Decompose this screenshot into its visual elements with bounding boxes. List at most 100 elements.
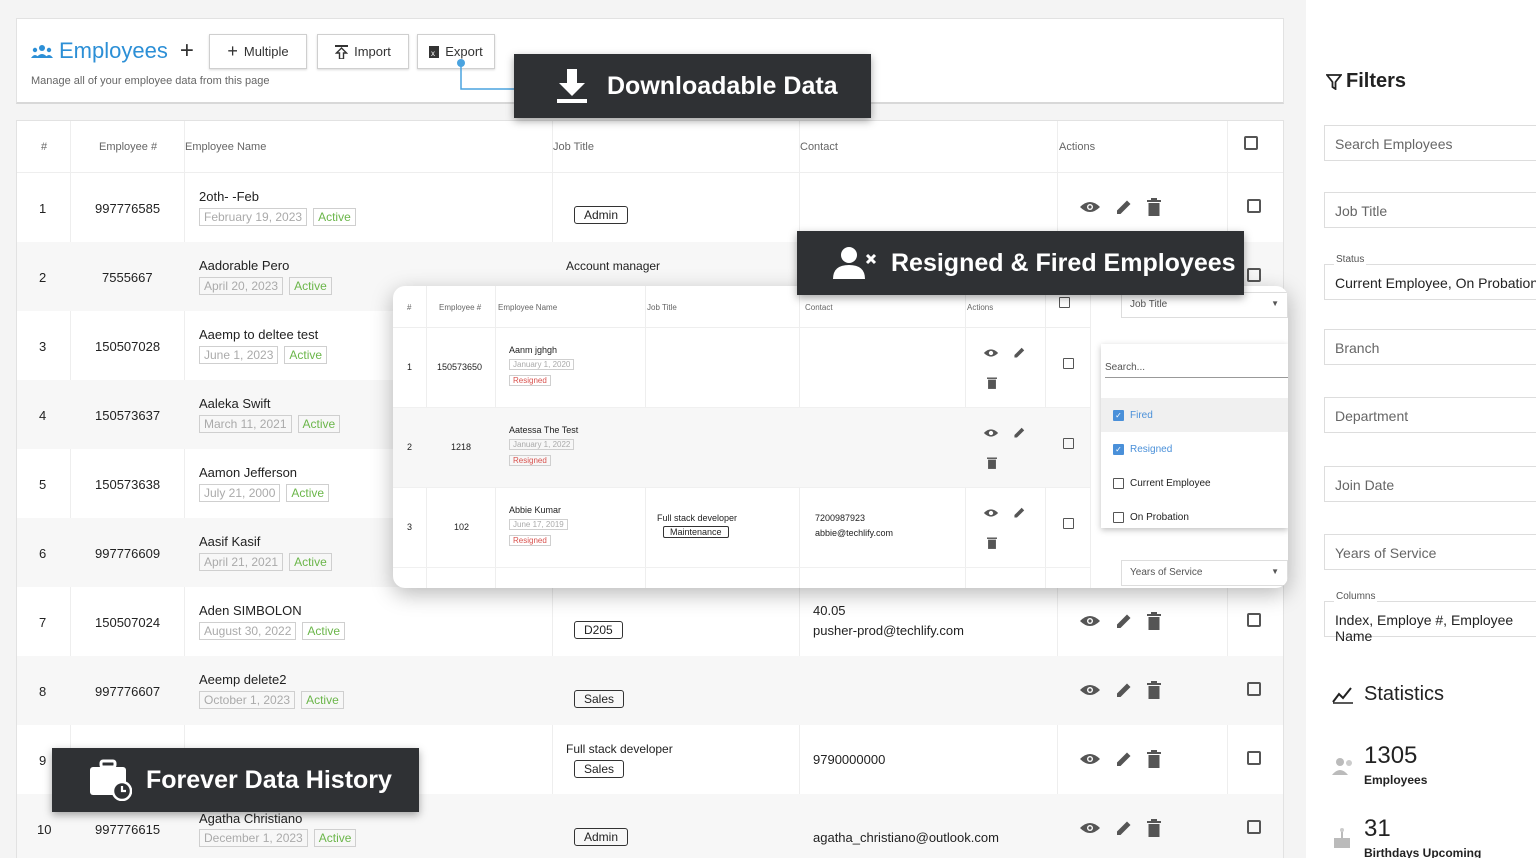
add-employee-button[interactable]: + — [180, 37, 194, 65]
row-checkbox[interactable] — [1247, 613, 1261, 627]
dropdown-option-resigned[interactable]: ✓ Resigned — [1113, 444, 1172, 455]
edit-icon[interactable] — [1013, 346, 1026, 359]
row-checkbox[interactable] — [1063, 518, 1074, 529]
column-header-employee-number[interactable]: Employee # — [439, 303, 481, 312]
employee-name[interactable]: Aeemp delete2 — [199, 672, 286, 687]
view-icon[interactable] — [983, 508, 999, 518]
contact-email[interactable]: agatha_christiano@outlook.com — [813, 830, 999, 845]
employee-name[interactable]: Aasif Kasif — [199, 534, 260, 549]
view-icon[interactable] — [1079, 752, 1101, 766]
edit-icon[interactable] — [1013, 506, 1026, 519]
row-index: 6 — [39, 546, 47, 561]
search-employees-input[interactable]: Search Employees — [1324, 125, 1536, 161]
view-icon[interactable] — [983, 348, 999, 358]
chevron-down-icon: ▼ — [1271, 567, 1279, 576]
delete-icon[interactable] — [1147, 819, 1161, 837]
columns-filter[interactable]: Index, Employe #, Employee Name — [1324, 601, 1536, 644]
employee-name[interactable]: Aaleka Swift — [199, 396, 271, 411]
branch-filter[interactable]: Branch — [1324, 329, 1536, 365]
import-button[interactable]: Import — [317, 34, 409, 69]
employee-name[interactable]: Agatha Christiano — [199, 811, 302, 826]
status-badge: Active — [297, 415, 341, 433]
contact-phone: 9790000000 — [813, 752, 886, 767]
column-header-employee-number[interactable]: Employee # — [99, 141, 157, 153]
table-row[interactable]: 2 1218 Aatessa The Test January 1, 2022 … — [393, 408, 1090, 488]
contact-email[interactable]: pusher-prod@techlify.com — [813, 623, 964, 638]
employee-name[interactable]: 2oth- -Feb — [199, 189, 259, 204]
employee-name[interactable]: Aamon Jefferson — [199, 465, 297, 480]
row-index: 5 — [39, 477, 47, 492]
employee-name[interactable]: Aanm jghgh — [509, 345, 557, 355]
row-actions — [1079, 681, 1161, 699]
department-filter[interactable]: Department — [1324, 397, 1536, 433]
column-header-contact[interactable]: Contact — [805, 303, 833, 312]
row-checkbox[interactable] — [1247, 751, 1261, 765]
job-title-text: Account manager — [566, 259, 661, 273]
view-icon[interactable] — [1079, 821, 1101, 835]
delete-icon[interactable] — [1147, 750, 1161, 768]
delete-icon[interactable] — [987, 376, 997, 389]
delete-icon[interactable] — [1147, 198, 1161, 216]
column-header-job-title[interactable]: Job Title — [647, 303, 677, 312]
employee-name[interactable]: Aden SIMBOLON — [199, 603, 302, 618]
row-checkbox[interactable] — [1247, 199, 1261, 213]
row-checkbox[interactable] — [1247, 682, 1261, 696]
join-date-filter[interactable]: Join Date — [1324, 466, 1536, 502]
table-row[interactable]: 3 102 Abbie Kumar June 17, 2019 Resigned… — [393, 488, 1090, 568]
dropdown-option-current-employee[interactable]: Current Employee — [1113, 478, 1211, 489]
table-row[interactable]: 8 997776607 Aeemp delete2 October 1, 202… — [17, 656, 1283, 725]
job-title-badge: Maintenance — [663, 526, 729, 538]
row-checkbox[interactable] — [1247, 820, 1261, 834]
edit-icon[interactable] — [1115, 819, 1133, 837]
delete-icon[interactable] — [987, 536, 997, 549]
table-row[interactable]: 1 150573650 Aanm jghgh January 1, 2020 R… — [393, 328, 1090, 408]
page-title: Employees — [59, 38, 168, 63]
years-of-service-filter[interactable]: Years of Service — [1324, 534, 1536, 570]
employee-number: 150507024 — [95, 615, 161, 630]
column-header-contact[interactable]: Contact — [800, 141, 838, 153]
dropdown-search-input[interactable]: Search... — [1105, 362, 1288, 378]
delete-icon[interactable] — [987, 456, 997, 469]
dropdown-option-on-probation[interactable]: On Probation — [1113, 512, 1189, 523]
employee-name[interactable]: Aatessa The Test — [509, 425, 578, 435]
row-checkbox[interactable] — [1063, 358, 1074, 369]
column-header-job-title[interactable]: Job Title — [553, 141, 594, 153]
view-icon[interactable] — [1079, 614, 1101, 628]
edit-icon[interactable] — [1115, 750, 1133, 768]
job-title-filter[interactable]: Job Title — [1324, 192, 1536, 228]
contact-email[interactable]: abbie@techlify.com — [815, 528, 893, 538]
employee-name[interactable]: Aaemp to deltee test — [199, 327, 318, 342]
column-header-employee-name[interactable]: Employee Name — [185, 141, 266, 153]
join-date-badge: July 21, 2000 — [199, 484, 281, 502]
employee-number: 150573637 — [95, 408, 161, 423]
status-filter[interactable]: Current Employee, On Probation — [1324, 264, 1536, 300]
edit-icon[interactable] — [1115, 198, 1133, 216]
multiple-button[interactable]: + Multiple — [209, 34, 307, 69]
edit-icon[interactable] — [1013, 426, 1026, 439]
column-header-employee-name[interactable]: Employee Name — [498, 303, 557, 312]
view-icon[interactable] — [983, 428, 999, 438]
employee-number: 997776607 — [95, 684, 161, 699]
view-icon[interactable] — [1079, 683, 1101, 697]
chevron-down-icon: ▼ — [1271, 299, 1279, 308]
contact-phone: 7200987923 — [815, 513, 866, 523]
delete-icon[interactable] — [1147, 612, 1161, 630]
job-title-select[interactable]: Job Title ▼ — [1121, 292, 1288, 318]
row-checkbox[interactable] — [1063, 438, 1074, 449]
dropdown-option-fired[interactable]: ✓ Fired — [1113, 410, 1153, 421]
select-all-checkbox[interactable] — [1244, 136, 1258, 150]
years-of-service-select[interactable]: Years of Service ▼ — [1121, 560, 1288, 586]
edit-icon[interactable] — [1115, 681, 1133, 699]
table-row[interactable]: 7 150507024 Aden SIMBOLON August 30, 202… — [17, 587, 1283, 656]
delete-icon[interactable] — [1147, 681, 1161, 699]
plus-icon: + — [227, 41, 238, 61]
status-badge: Active — [313, 829, 357, 847]
view-icon[interactable] — [1079, 200, 1101, 214]
statistics-title: Statistics — [1332, 683, 1444, 706]
employee-name[interactable]: Abbie Kumar — [509, 505, 561, 515]
edit-icon[interactable] — [1115, 612, 1133, 630]
select-all-checkbox[interactable] — [1059, 297, 1070, 308]
row-index: 10 — [37, 822, 52, 837]
row-checkbox[interactable] — [1247, 268, 1261, 282]
employee-name[interactable]: Aadorable Pero — [199, 258, 289, 273]
